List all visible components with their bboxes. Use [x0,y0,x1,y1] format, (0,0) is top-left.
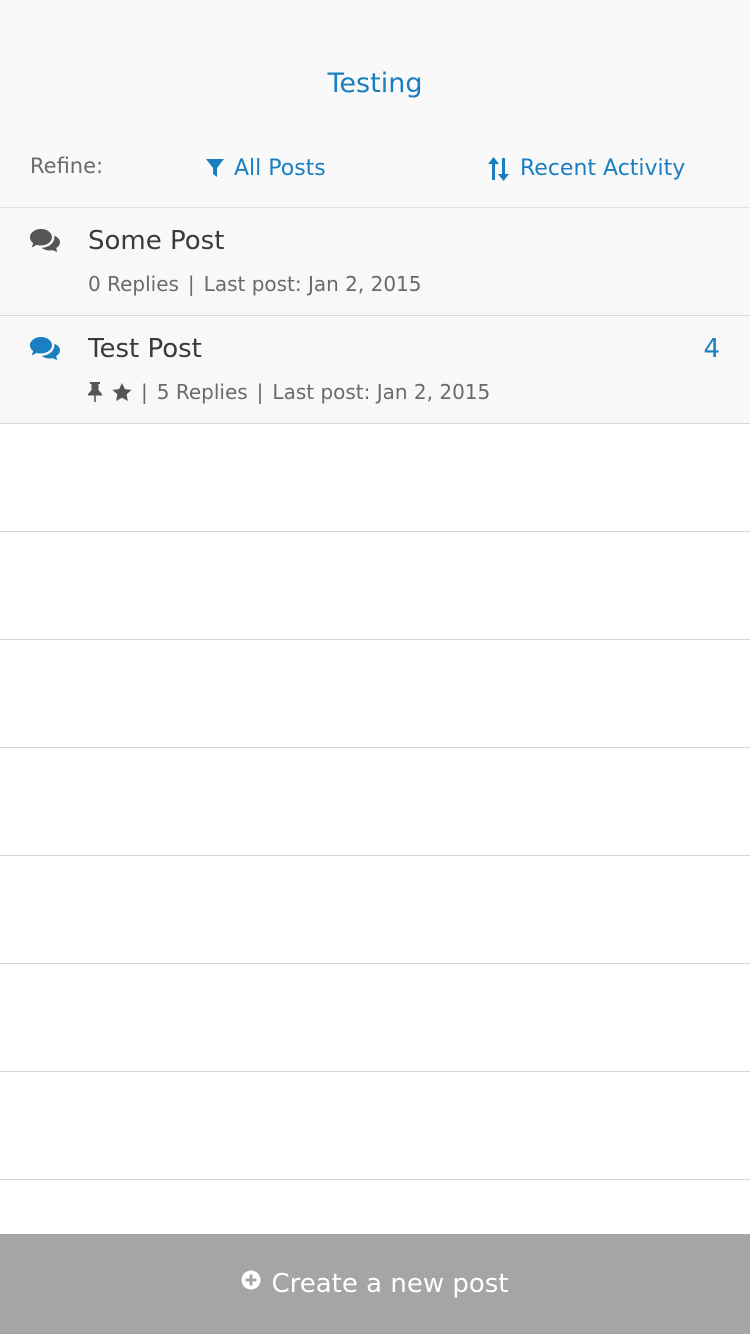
pin-icon [88,382,102,402]
empty-row [0,532,750,640]
last-post-date: Last post: Jan 2, 2015 [203,272,422,296]
star-icon [112,382,132,401]
filter-button[interactable]: All Posts [206,156,326,181]
reply-count: 0 Replies [88,272,179,296]
post-meta: | 5 Replies | Last post: Jan 2, 2015 [88,380,490,404]
empty-row [0,964,750,1072]
empty-row [0,424,750,532]
empty-row [0,856,750,964]
filter-icon [206,158,224,177]
filter-label: All Posts [234,156,326,181]
refine-label: Refine: [30,154,104,178]
post-row[interactable]: Test Post 4 | 5 Replies | Last post: Jan… [0,316,750,424]
post-row[interactable]: Some Post 0 Replies | Last post: Jan 2, … [0,208,750,316]
sort-icon [488,156,509,181]
create-post-button[interactable]: Create a new post [0,1234,750,1334]
page-title: Testing [327,68,423,99]
header: Testing Refine: All Posts Recent Activit… [0,0,750,208]
post-meta: 0 Replies | Last post: Jan 2, 2015 [88,272,422,296]
meta-separator: | [141,380,148,404]
sort-label: Recent Activity [520,156,686,181]
unread-count-badge: 4 [703,334,720,364]
sort-button[interactable]: Recent Activity [488,156,685,181]
meta-separator: | [256,380,264,404]
comments-icon [30,337,60,360]
meta-separator: | [187,272,195,296]
plus-circle-icon [241,1270,261,1290]
post-list: Some Post 0 Replies | Last post: Jan 2, … [0,208,750,1288]
post-title: Some Post [88,226,225,256]
empty-row [0,1072,750,1180]
post-title: Test Post [88,334,202,364]
empty-row [0,640,750,748]
last-post-date: Last post: Jan 2, 2015 [272,380,491,404]
create-post-label: Create a new post [271,1269,509,1299]
reply-count: 5 Replies [156,380,248,404]
empty-row [0,748,750,856]
comments-icon [30,229,60,252]
